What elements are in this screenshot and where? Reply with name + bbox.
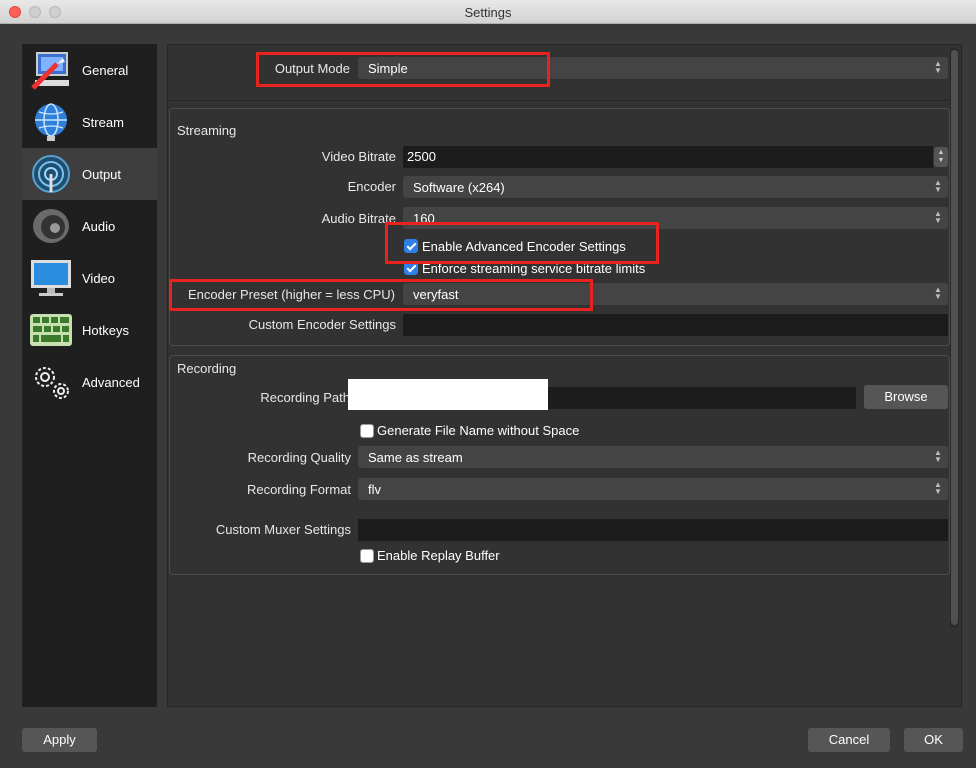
video-bitrate-label: Video Bitrate	[321, 149, 396, 164]
custom-muxer-settings-label: Custom Muxer Settings	[215, 522, 351, 537]
broadcast-icon	[32, 155, 70, 193]
apply-button[interactable]: Apply	[22, 728, 97, 752]
recording-group-title: Recording	[177, 361, 237, 376]
monitor-icon	[31, 260, 71, 296]
updown-arrow-icon: ▲ ▼	[934, 178, 942, 194]
custom-muxer-settings-input[interactable]	[358, 519, 948, 541]
gears-icon	[35, 367, 69, 399]
sidebar-item-label: Output	[82, 167, 122, 182]
sidebar-item-label: Hotkeys	[82, 323, 129, 338]
updown-arrow-icon: ▲ ▼	[934, 285, 942, 301]
recording-format-label: Recording Format	[246, 482, 351, 497]
audio-bitrate-label: Audio Bitrate	[321, 211, 396, 226]
encoder-label: Encoder	[347, 179, 396, 194]
generate-filename-checkbox[interactable]	[360, 424, 374, 438]
updown-arrow-icon: ▲ ▼	[934, 480, 942, 496]
redacted-path-overlay	[348, 379, 548, 410]
sidebar-item-label: Video	[82, 271, 116, 286]
window-titlebar: Settings	[0, 0, 976, 24]
recording-quality-select[interactable]: Same as stream ▲ ▼	[358, 446, 948, 468]
sidebar-item-general[interactable]: General	[22, 44, 157, 96]
sidebar-item-label: General	[82, 63, 129, 78]
sidebar-item-stream[interactable]: Stream	[22, 96, 157, 148]
keyboard-icon	[30, 314, 72, 346]
sidebar-item-label: Advanced	[82, 375, 140, 390]
custom-encoder-settings-label: Custom Encoder Settings	[248, 317, 396, 332]
updown-arrow-icon: ▲ ▼	[934, 59, 942, 75]
video-bitrate-value: 2500	[407, 149, 436, 164]
sidebar-item-hotkeys[interactable]: Hotkeys	[22, 304, 157, 356]
highlight-encoder-preset	[169, 279, 593, 311]
recording-format-select[interactable]: flv ▲ ▼	[358, 478, 948, 500]
globe-icon	[35, 103, 67, 141]
encoder-select[interactable]: Software (x264) ▲ ▼	[403, 176, 948, 198]
highlight-output-mode	[256, 52, 550, 87]
video-bitrate-input[interactable]: 2500	[403, 146, 933, 168]
recording-quality-label: Recording Quality	[247, 450, 351, 465]
custom-encoder-settings-input[interactable]	[403, 314, 948, 336]
encoder-value: Software (x264)	[413, 180, 505, 195]
recording-path-label: Recording Path	[260, 390, 350, 405]
ok-button[interactable]: OK	[904, 728, 963, 752]
recording-format-value: flv	[368, 482, 381, 497]
replay-buffer-checkbox[interactable]	[360, 549, 374, 563]
cancel-button[interactable]: Cancel	[808, 728, 890, 752]
settings-sidebar: General Stream Output Audio Video Hotkey…	[22, 44, 157, 707]
sidebar-item-label: Stream	[82, 115, 124, 130]
generate-filename-label: Generate File Name without Space	[377, 423, 580, 438]
speaker-icon	[33, 209, 69, 243]
video-bitrate-stepper[interactable]: ▲ ▼	[934, 147, 948, 167]
scrollbar-thumb[interactable]	[951, 50, 958, 625]
browse-button[interactable]: Browse	[864, 385, 948, 409]
highlight-enable-advanced	[385, 222, 659, 264]
content-scrollbar[interactable]	[950, 48, 959, 628]
sidebar-item-label: Audio	[82, 219, 116, 234]
streaming-group-title: Streaming	[177, 123, 237, 138]
general-icon	[31, 52, 69, 90]
replay-buffer-label: Enable Replay Buffer	[377, 548, 500, 563]
sidebar-item-audio[interactable]: Audio	[22, 200, 157, 252]
sidebar-item-advanced[interactable]: Advanced	[22, 356, 157, 408]
recording-quality-value: Same as stream	[368, 450, 463, 465]
sidebar-item-output[interactable]: Output	[22, 148, 157, 200]
updown-arrow-icon: ▲ ▼	[934, 209, 942, 225]
sidebar-item-video[interactable]: Video	[22, 252, 157, 304]
updown-arrow-icon: ▲ ▼	[934, 448, 942, 464]
window-title: Settings	[464, 5, 512, 20]
